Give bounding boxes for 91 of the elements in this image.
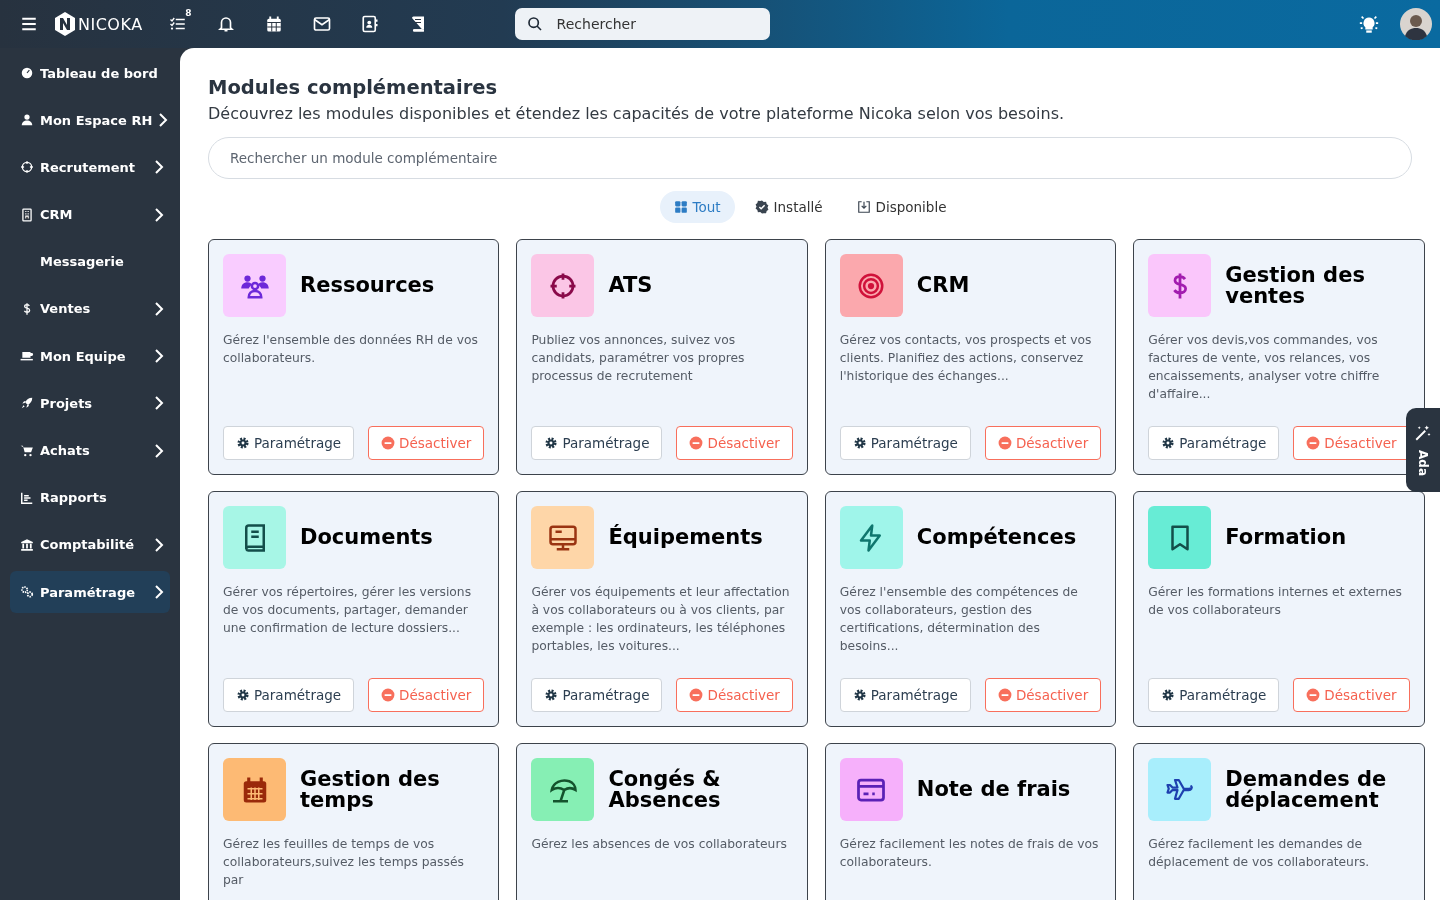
- settings-button[interactable]: Paramétrage: [531, 678, 663, 712]
- logo-text: NICOKA: [78, 14, 143, 34]
- lightbulb-icon[interactable]: [1358, 13, 1380, 35]
- module-title: Demandes de déplacement: [1225, 768, 1388, 811]
- module-title: Congés & Absences: [608, 768, 722, 811]
- minus-circle-icon: [997, 436, 1012, 450]
- module-description: Gérez les absences de vos collaborateurs: [531, 836, 788, 853]
- module-title: Documents: [300, 527, 433, 548]
- module-description: Gérez les feuilles de temps de vos collaborateurs,suivez les temps passés par: [223, 836, 465, 889]
- gear-icon: [236, 688, 250, 702]
- module-description: Gérez l'ensemble des données RH de vos collaborateurs.: [223, 332, 479, 367]
- contacts-icon[interactable]: [360, 15, 379, 33]
- module-description: Gérez facilement les notes de frais de vos collaborateurs.: [839, 836, 1100, 871]
- module-title: Compétences: [916, 527, 1077, 548]
- sidebar-item[interactable]: Paramétrage: [10, 571, 170, 614]
- task-count: 8: [185, 8, 192, 18]
- page-subtitle: Découvrez les modules disponibles et étendez les capacités de votre plateforme Nicoka selon vos besoins.: [208, 104, 1066, 123]
- user-icon: [20, 113, 34, 128]
- module-search-field[interactable]: Rechercher un module complémentaire: [208, 137, 1412, 179]
- building-icon: [20, 207, 34, 222]
- mail-icon[interactable]: [312, 15, 331, 33]
- page-title: Modules complémentaires: [208, 76, 499, 99]
- module-title: ATS: [608, 275, 653, 296]
- minus-circle-icon: [689, 436, 704, 450]
- search-field[interactable]: Rechercher: [514, 8, 770, 40]
- module-title: Ressources: [300, 275, 435, 296]
- crosshair-icon: [20, 160, 34, 175]
- rocket-icon: [20, 396, 34, 411]
- module-title: Gestion des temps: [300, 768, 441, 811]
- sidebar-item[interactable]: Comptabilité: [10, 523, 170, 566]
- sidebar-item[interactable]: Ventes: [10, 287, 170, 330]
- module-title: Formation: [1225, 527, 1347, 548]
- minus-circle-icon: [381, 688, 396, 702]
- settings-button[interactable]: Paramétrage: [1148, 426, 1280, 460]
- gear-icon: [544, 688, 559, 702]
- sidebar-item[interactable]: Recrutement: [10, 146, 170, 189]
- gauge-icon: [20, 66, 34, 80]
- filter-tab[interactable]: Disponible: [842, 191, 961, 223]
- module-description: Gérer vos répertoires, gérer les versions de vos documents, partager, demander une confirmation de lecture dossiers...: [223, 584, 473, 637]
- sidebar-item[interactable]: CRM: [10, 193, 170, 236]
- sidebar-item[interactable]: Messagerie: [10, 240, 170, 283]
- download-icon: [856, 200, 871, 214]
- module-description: Gérez facilement les demandes de déplacement de vos collaborateurs.: [1148, 836, 1371, 871]
- gear-icon: [852, 688, 867, 702]
- settings-button[interactable]: Paramétrage: [223, 678, 355, 712]
- menu-icon[interactable]: [20, 15, 38, 33]
- minus-circle-icon: [689, 688, 704, 702]
- gear-icon: [544, 436, 559, 450]
- grid-icon: [673, 200, 688, 214]
- settings-button[interactable]: Paramétrage: [223, 426, 355, 460]
- minus-circle-icon: [381, 436, 396, 450]
- module-description: Gérez l'ensemble des compétences de vos collaborateurs, gestion des certifications, détermination des besoins...: [839, 584, 1079, 655]
- settings-button[interactable]: Paramétrage: [839, 426, 971, 460]
- minus-circle-icon: [1306, 436, 1321, 450]
- module-title: Note de frais: [916, 779, 1071, 800]
- calendar-icon[interactable]: [264, 15, 283, 33]
- gear-icon: [1161, 688, 1176, 702]
- module-description: Gérer les formations internes et externes de vos collaborateurs: [1148, 584, 1404, 619]
- magic-wand-icon: [1414, 424, 1432, 442]
- sidebar-item[interactable]: Mon Equipe: [10, 335, 170, 378]
- minus-circle-icon: [997, 688, 1012, 702]
- chart-icon: [20, 490, 34, 505]
- assistant-tab[interactable]: Ada: [1406, 408, 1440, 492]
- gear-icon: [852, 436, 867, 450]
- bell-icon[interactable]: [216, 15, 235, 33]
- sidebar-item[interactable]: Achats: [10, 429, 170, 472]
- module-description: Gérer vos équipements et leur affectation à vos collaborateurs ou à vos clients, par exemple : les ordinateurs, les téléphones portables, les voitures...: [531, 584, 791, 655]
- cart-icon: [20, 443, 34, 458]
- settings-button[interactable]: Paramétrage: [839, 678, 971, 712]
- settings-button[interactable]: Paramétrage: [1148, 678, 1280, 712]
- search-icon: [526, 16, 543, 32]
- sidebar-item[interactable]: Tableau de bord: [10, 52, 170, 94]
- gears-icon: [20, 585, 34, 600]
- settings-button[interactable]: Paramétrage: [531, 426, 663, 460]
- filter-tab[interactable]: Tout: [659, 191, 735, 223]
- module-title: Gestion des ventes: [1225, 264, 1366, 307]
- module-description: Gérer vos devis,vos commandes, vos factures de vente, vos relances, vos encaissements, analyser votre chiffre d'affaire...: [1148, 332, 1381, 403]
- sidebar-item[interactable]: Mon Espace RH: [10, 99, 170, 142]
- bank-icon: [20, 537, 34, 552]
- module-description: Gérez vos contacts, vos prospects et vos clients. Planifiez des actions, conservez l'historique des échanges...: [839, 332, 1093, 385]
- check-badge-icon: [754, 200, 769, 214]
- sidebar-item[interactable]: Projets: [10, 382, 170, 425]
- minus-circle-icon: [1306, 688, 1321, 702]
- module-description: Publiez vos annonces, suivez vos candidats, paramétrer vos propres processus de recrutement: [531, 332, 746, 385]
- avatar[interactable]: [1400, 8, 1432, 40]
- gear-icon: [1161, 436, 1176, 450]
- module-title: CRM: [916, 275, 970, 296]
- logo-icon: [54, 12, 76, 36]
- gear-icon: [236, 436, 250, 450]
- filter-tab[interactable]: Installé: [740, 191, 837, 223]
- sidebar-item[interactable]: Rapports: [10, 476, 170, 519]
